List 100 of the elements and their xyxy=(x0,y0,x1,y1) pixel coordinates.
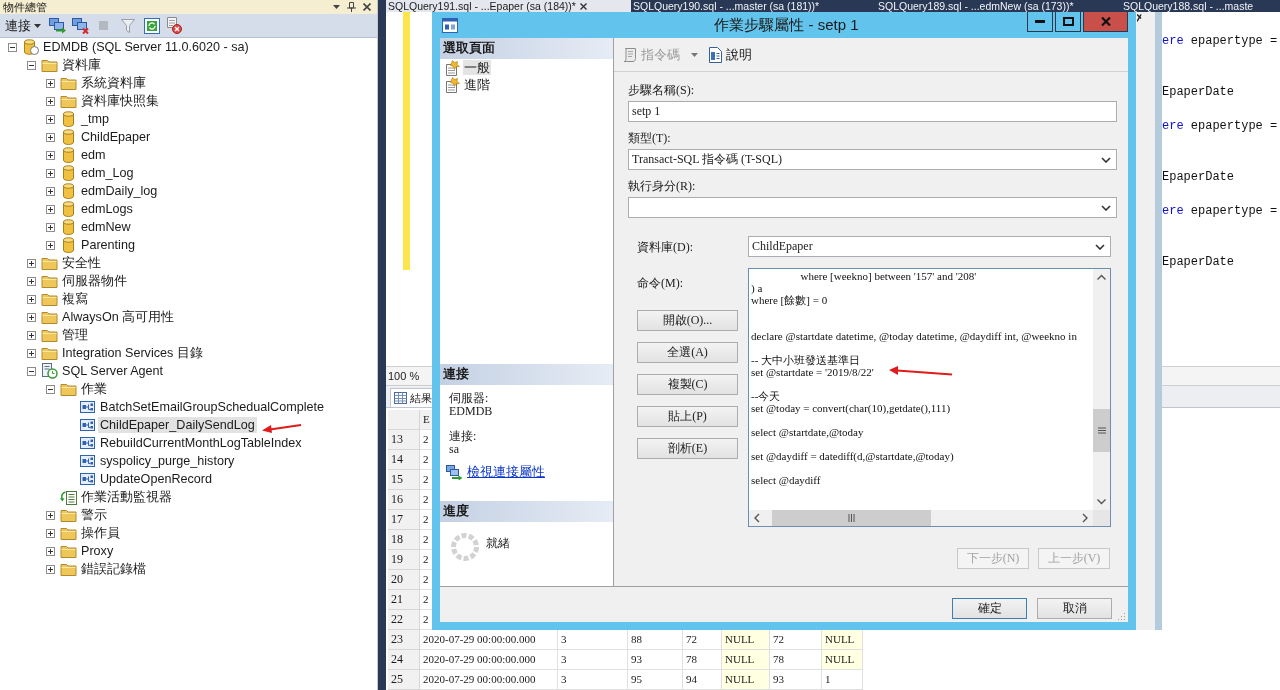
scroll-delete-icon[interactable] xyxy=(165,17,182,34)
tree-item[interactable]: ChildEpaper xyxy=(79,129,153,145)
code-line: ere epapertype = xyxy=(1162,33,1279,50)
tree-item[interactable]: 操作員 xyxy=(79,525,122,541)
table-cell: NULL xyxy=(722,630,770,650)
document-tab[interactable]: SQLQuery188.sql - ...maste xyxy=(1121,0,1280,12)
document-tab[interactable]: SQLQuery191.sql - ...Epaper (sa (184))* xyxy=(386,0,631,12)
document-tab[interactable]: SQLQuery190.sql - ...master (sa (181))* xyxy=(631,0,876,12)
connect-button[interactable]: 連接 xyxy=(4,16,44,35)
tree-item[interactable]: Integration Services 目錄 xyxy=(60,345,205,361)
vertical-scrollbar[interactable] xyxy=(1093,269,1110,510)
plus-box-icon[interactable] xyxy=(46,564,55,574)
tree-item[interactable]: 警示 xyxy=(79,507,109,523)
code-line: where [weekno] between '157' and '208' xyxy=(799,270,977,282)
tree-item[interactable]: 資料庫 xyxy=(60,57,103,73)
dialog-button[interactable]: 取消 xyxy=(1037,598,1112,619)
tree-item[interactable]: _tmp xyxy=(79,111,111,127)
document-tab[interactable]: SQLQuery189.sql - ...edmNew (sa (173))* xyxy=(876,0,1121,12)
tree-item[interactable]: RebuildCurrentMonthLogTableIndex xyxy=(98,435,304,451)
close-button[interactable] xyxy=(1083,12,1128,32)
minus-box-icon[interactable] xyxy=(46,384,55,394)
horizontal-scrollbar[interactable] xyxy=(749,510,1093,526)
maximize-button[interactable] xyxy=(1055,12,1081,32)
tree-item[interactable]: edmNew xyxy=(79,219,133,235)
plus-box-icon[interactable] xyxy=(46,222,55,232)
tree-item[interactable]: SQL Server Agent xyxy=(60,363,166,379)
tree-item[interactable]: Proxy xyxy=(79,543,116,559)
dropdown-field[interactable]: ChildEpaper xyxy=(748,236,1111,257)
tree-item[interactable]: edm_Log xyxy=(79,165,136,181)
command-button[interactable]: 複製(C) xyxy=(637,374,738,395)
tree-item[interactable]: edm xyxy=(79,147,108,163)
scrollbar-thumb[interactable] xyxy=(1093,409,1110,452)
network-connect-icon[interactable] xyxy=(49,17,67,34)
tree-item[interactable]: 作業 xyxy=(79,381,109,397)
help-button[interactable]: 說明 xyxy=(708,45,752,64)
plus-box-icon[interactable] xyxy=(46,168,55,178)
minus-box-icon[interactable] xyxy=(8,42,17,52)
tree-item[interactable]: syspolicy_purge_history xyxy=(98,453,237,469)
plus-box-icon[interactable] xyxy=(27,276,36,286)
tree-item[interactable]: edmDaily_log xyxy=(79,183,160,199)
dialog-button[interactable]: 確定 xyxy=(952,598,1027,619)
plus-box-icon[interactable] xyxy=(46,528,55,538)
plus-box-icon[interactable] xyxy=(46,150,55,160)
grid-icon xyxy=(394,392,407,404)
resize-grip-icon[interactable] xyxy=(1118,612,1126,620)
command-button[interactable]: 全選(A) xyxy=(637,342,738,363)
command-button[interactable]: 開啟(O)... xyxy=(637,310,738,331)
close-icon[interactable] xyxy=(363,3,371,11)
plus-box-icon[interactable] xyxy=(46,510,55,520)
plus-box-icon[interactable] xyxy=(46,114,55,124)
tree-item[interactable]: ChildEpaper_DailySendLog xyxy=(98,417,257,433)
page-item[interactable]: 一般 xyxy=(463,60,491,75)
plus-box-icon[interactable] xyxy=(46,96,55,106)
command-button[interactable]: 剖析(E) xyxy=(637,438,738,459)
command-field[interactable] xyxy=(748,268,1111,527)
plus-box-icon[interactable] xyxy=(46,186,55,196)
dropdown-icon[interactable] xyxy=(333,5,340,9)
zoom-level[interactable]: 100 % xyxy=(388,369,420,383)
tree-item[interactable]: 伺服器物件 xyxy=(60,273,129,289)
tree-item[interactable]: 管理 xyxy=(60,327,90,343)
tree-item[interactable]: 安全性 xyxy=(60,255,103,271)
refresh-icon[interactable] xyxy=(144,17,160,34)
scrollbar-thumb[interactable] xyxy=(772,510,931,526)
tree-item[interactable]: EDMDB (SQL Server 11.0.6020 - sa) xyxy=(41,39,251,55)
plus-box-icon[interactable] xyxy=(27,348,36,358)
dropdown-field[interactable] xyxy=(628,197,1117,218)
text-field[interactable]: setp 1 xyxy=(628,101,1117,122)
plus-box-icon[interactable] xyxy=(27,258,36,268)
plus-box-icon[interactable] xyxy=(46,78,55,88)
dropdown-field[interactable]: Transact-SQL 指令碼 (T-SQL) xyxy=(628,149,1117,170)
tree-item[interactable]: Parenting xyxy=(79,237,137,253)
minus-box-icon[interactable] xyxy=(27,366,36,376)
connection-properties-link[interactable]: 檢視連接屬性 xyxy=(467,465,545,480)
network-disconnect-icon[interactable] xyxy=(72,17,90,34)
tree-item[interactable]: edmLogs xyxy=(79,201,135,217)
close-icon[interactable] xyxy=(579,2,587,10)
tree-item[interactable]: BatchSetEmailGroupSchedualComplete xyxy=(98,399,326,415)
pin-icon[interactable] xyxy=(347,2,356,12)
tree-item[interactable]: 錯誤記錄檔 xyxy=(79,561,148,577)
plus-box-icon[interactable] xyxy=(46,546,55,556)
row-number: 20 xyxy=(388,570,420,590)
tree-item[interactable]: 資料庫快照集 xyxy=(79,93,161,109)
plus-box-icon[interactable] xyxy=(27,312,36,322)
minimize-button[interactable] xyxy=(1027,12,1053,32)
tree-item[interactable]: UpdateOpenRecord xyxy=(98,471,214,487)
grid-corner-cell[interactable] xyxy=(388,410,420,430)
command-button[interactable]: 貼上(P) xyxy=(637,406,738,427)
page-item[interactable]: 進階 xyxy=(463,77,491,92)
tree-item[interactable]: 作業活動監視器 xyxy=(79,489,174,505)
tree-item[interactable]: 系統資料庫 xyxy=(79,75,148,91)
plus-box-icon[interactable] xyxy=(27,330,36,340)
minus-box-icon[interactable] xyxy=(27,60,36,70)
table-cell: 93 xyxy=(628,650,683,670)
plus-box-icon[interactable] xyxy=(27,294,36,304)
tree-item[interactable]: AlwaysOn 高可用性 xyxy=(60,309,177,325)
tree-item[interactable]: 複寫 xyxy=(60,291,90,307)
plus-box-icon[interactable] xyxy=(46,132,55,142)
code-line: ere epapertype = xyxy=(1162,203,1279,220)
plus-box-icon[interactable] xyxy=(46,204,55,214)
plus-box-icon[interactable] xyxy=(46,240,55,250)
